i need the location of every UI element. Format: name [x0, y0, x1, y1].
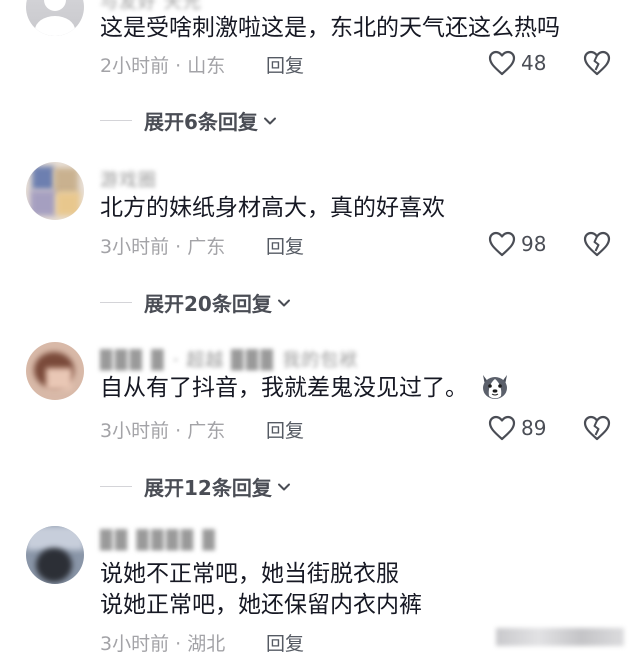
reply-button[interactable]: 回复 — [266, 232, 304, 259]
avatar-blur — [46, 368, 72, 390]
avatar[interactable] — [26, 162, 84, 220]
dislike-button[interactable] — [583, 415, 611, 445]
like-count: 48 — [521, 51, 547, 75]
comment-location: 湖北 — [187, 633, 226, 655]
reply-button[interactable]: 回复 — [266, 629, 304, 656]
avatar-blur — [30, 190, 56, 216]
expand-divider — [100, 302, 132, 303]
comment-location: 广东 — [187, 420, 226, 442]
expand-replies-button[interactable]: 展开12条回复 — [100, 472, 292, 501]
comment-meta: 2小时前 · 山东 — [100, 51, 225, 78]
meta-separator: · — [175, 236, 182, 258]
expand-replies-label: 展开20条回复 — [144, 292, 272, 316]
comment-meta: 3小时前 · 广东 — [100, 416, 225, 443]
comment-time: 3小时前 — [100, 236, 170, 258]
broken-heart-icon — [583, 231, 611, 257]
comment-text-line: 说她不正常吧，她当街脱衣服 — [100, 561, 399, 587]
comment-text: 北方的妹纸身材高大，真的好喜欢 — [100, 195, 445, 221]
meta-separator: · — [175, 420, 182, 442]
dislike-button[interactable] — [583, 231, 611, 261]
like-button[interactable]: 48 — [488, 50, 546, 76]
avatar[interactable] — [26, 526, 84, 584]
expand-replies-button[interactable]: 展开6条回复 — [100, 106, 278, 135]
heart-outline-icon — [488, 231, 516, 257]
dislike-button[interactable] — [583, 50, 611, 80]
comment-meta: 3小时前 · 广东 — [100, 232, 225, 259]
meta-separator: · — [175, 55, 182, 77]
avatar-blur — [56, 192, 80, 216]
dog-face-emoji-icon — [483, 374, 508, 399]
expand-replies-label: 展开6条回复 — [144, 110, 258, 134]
heart-outline-icon — [488, 50, 516, 76]
comment-text: 这是受啥刺激啦这是，东北的天气还这么热吗 — [100, 15, 560, 41]
comment-time: 3小时前 — [100, 420, 170, 442]
heart-outline-icon — [488, 415, 516, 441]
meta-separator: · — [175, 633, 182, 655]
chevron-down-icon — [277, 299, 290, 306]
comment-text: 自从有了抖音，我就差鬼没见过了。 — [100, 373, 511, 404]
comment-location: 广东 — [187, 236, 226, 258]
comment-username[interactable]: 游戏圈 — [100, 166, 157, 192]
chevron-down-icon — [277, 483, 290, 490]
watermark-blur — [496, 628, 624, 646]
like-count: 89 — [521, 416, 547, 440]
like-count: 98 — [521, 232, 547, 256]
comment-username[interactable]: ▉▉ ▉▉▉▉ ▉ — [100, 530, 217, 551]
comment-username[interactable]: 与友好 天光 — [100, 0, 202, 14]
comment-time: 2小时前 — [100, 55, 170, 77]
avatar-blur — [54, 168, 78, 194]
comment-text: 说她不正常吧，她当街脱衣服 说她正常吧，她还保留内衣内裤 — [100, 559, 422, 621]
avatar-blur — [36, 548, 72, 582]
like-button[interactable]: 98 — [488, 231, 546, 257]
reply-button[interactable]: 回复 — [266, 51, 304, 78]
chevron-down-icon — [263, 117, 276, 124]
comment-text-line: 说她正常吧，她还保留内衣内裤 — [100, 592, 422, 618]
like-button[interactable]: 89 — [488, 415, 546, 441]
comment-username[interactable]: ▉▉▉ ▉ · 超越 ▉▉▉ 我的包袱 — [100, 346, 358, 372]
comment-location: 山东 — [187, 55, 226, 77]
expand-replies-button[interactable]: 展开20条回复 — [100, 288, 292, 317]
default-avatar-icon — [35, 0, 75, 36]
avatar[interactable] — [26, 0, 84, 36]
broken-heart-icon — [583, 415, 611, 441]
expand-divider — [100, 120, 132, 121]
avatar[interactable] — [26, 342, 84, 400]
comment-meta: 3小时前 · 湖北 — [100, 629, 225, 656]
comment-text-content: 自从有了抖音，我就差鬼没见过了。 — [100, 375, 468, 401]
avatar-blur — [32, 166, 54, 190]
reply-button[interactable]: 回复 — [266, 416, 304, 443]
broken-heart-icon — [583, 50, 611, 76]
expand-divider — [100, 486, 132, 487]
expand-replies-label: 展开12条回复 — [144, 476, 272, 500]
comment-time: 3小时前 — [100, 633, 170, 655]
avatar-blur — [26, 526, 84, 550]
